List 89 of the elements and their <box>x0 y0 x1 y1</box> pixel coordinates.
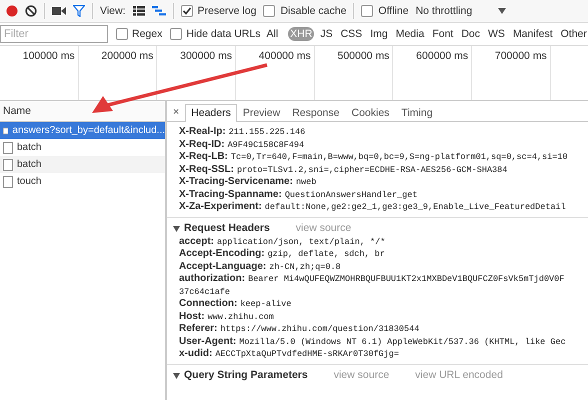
header-value: zh-CN,zh;q=0.8 <box>269 262 341 272</box>
checkbox-label: Preserve log <box>198 5 256 17</box>
header-value: 37c64c1afe <box>179 286 230 298</box>
timeline-tick-label: 300000 ms <box>180 49 234 62</box>
tab[interactable]: Timing <box>395 104 439 121</box>
waterfall-icon[interactable] <box>152 6 166 16</box>
tab[interactable]: Response <box>286 104 346 121</box>
checkbox[interactable] <box>180 5 192 17</box>
request-row[interactable]: batch <box>0 139 165 156</box>
filter-field[interactable]: Filter <box>0 25 108 43</box>
checkbox-label: Disable cache <box>280 5 346 17</box>
header-name: accept: <box>179 236 214 246</box>
document-icon <box>3 142 13 154</box>
header-name: User-Agent: <box>179 336 236 346</box>
header-name: X-Tracing-Servicename: <box>179 176 293 187</box>
column-header[interactable]: Name <box>3 105 32 117</box>
header-name: Referer: <box>179 323 218 334</box>
list-view-icon[interactable] <box>132 6 144 16</box>
checkbox[interactable] <box>116 28 128 40</box>
header-name: authorization: <box>179 273 246 284</box>
header-value: gzip, deflate, sdch, br <box>268 249 385 259</box>
header-value: QuestionAnswersHandler_get <box>284 190 418 200</box>
document-icon <box>3 124 8 136</box>
header-value: default:None,ge2:ge2_1,ge3:ge3_9,Enable_Live_FeaturedDetail <box>264 202 566 212</box>
header-value: proto=TLSv1.2,sni=,cipher=ECDHE-RSA-AES256-GCM-SHA384 <box>237 164 508 174</box>
header-value: https://www.zhihu.com/question/31830544 <box>220 324 420 334</box>
timeline-tick-label: 700000 ms <box>494 49 548 62</box>
header-value: 211.155.225.146 <box>228 127 306 137</box>
header-value: A9F49C158C8F494 <box>228 140 304 150</box>
header-value: Mozilla/5.0 (Windows NT 6.1) AppleWebKit/537.36 (KHTML, like Gec <box>239 336 566 346</box>
header-name: X-Req-ID: <box>179 138 225 150</box>
expanded-triangle-icon[interactable] <box>173 224 180 232</box>
checkbox-label: Offline <box>378 5 409 17</box>
resource-type-filter[interactable]: Manifest <box>510 27 555 41</box>
tab[interactable]: Preview <box>236 104 286 121</box>
checkbox-label: Hide data URLs <box>186 28 260 40</box>
expanded-triangle-icon[interactable] <box>173 372 180 378</box>
resource-type-filter[interactable]: Doc <box>459 27 482 41</box>
section-title[interactable]: Request Headers <box>184 222 270 234</box>
header-name: Accept-Language: <box>179 260 266 272</box>
header-name: X-Req-SSL: <box>179 164 234 174</box>
close-button[interactable]: × <box>171 106 186 121</box>
view-label: View: <box>100 5 126 17</box>
timeline-tick-label: 600000 ms <box>416 49 470 62</box>
timeline-tick-label: 400000 ms <box>258 49 312 62</box>
timeline-tick-label: 200000 ms <box>101 49 154 62</box>
header-value: www.zhihu.com <box>208 312 274 322</box>
request-row[interactable]: answers?sort_by=default&includ... <box>0 122 165 139</box>
header-name: Connection: <box>179 298 238 309</box>
header-value: Tc=0,Tr=640,F=main,B=www,bq=0,bc=9,S=ng-platform01,sq=0,sc=4,si=10 <box>230 152 568 162</box>
checkbox[interactable] <box>361 5 374 17</box>
timeline-tick-label: 500000 ms <box>337 49 390 62</box>
tab[interactable]: Headers <box>185 104 237 122</box>
header-name: X-Tracing-Spanname: <box>179 188 282 200</box>
resource-type-filter[interactable]: Img <box>368 27 390 41</box>
header-name: x-udid: <box>179 348 212 359</box>
document-icon <box>3 176 13 188</box>
throttling-select[interactable]: No throttling <box>416 5 472 17</box>
document-icon <box>3 158 13 170</box>
filter-icon[interactable] <box>73 5 85 17</box>
header-value: nweb <box>296 177 316 187</box>
tab[interactable]: Cookies <box>345 104 396 121</box>
resource-type-filter[interactable]: Media <box>394 27 426 41</box>
header-name: Accept-Encoding: <box>179 248 265 259</box>
video-camera-icon[interactable] <box>52 6 66 16</box>
header-name: X-Za-Experiment: <box>179 201 262 212</box>
checkbox[interactable] <box>263 5 276 17</box>
resource-type-filter[interactable]: WS <box>486 27 507 41</box>
clear-icon[interactable] <box>25 5 37 17</box>
section-title[interactable]: Query String Parameters <box>184 369 308 381</box>
resource-type-filter[interactable]: Other <box>558 27 588 41</box>
resource-type-filter[interactable]: JS <box>318 27 335 41</box>
header-value: application/json, text/plain, */* <box>217 236 386 246</box>
timeline-tick-label: 100000 ms <box>22 49 76 62</box>
resource-type-filter[interactable]: Font <box>430 27 456 41</box>
checkbox-label: Regex <box>132 28 162 40</box>
request-row[interactable]: batch <box>0 156 165 173</box>
dropdown-caret-icon[interactable] <box>498 8 506 14</box>
checkbox[interactable] <box>170 28 182 40</box>
resource-type-filter[interactable]: All <box>264 27 280 41</box>
header-value: Bearer Mi4wQUFEQWZMOHRBQUFBUU1KT2x1MXBDeV1BQUFCZ0FsVk5mTjd0V0F <box>248 274 564 284</box>
resource-type-filter[interactable]: CSS <box>338 27 364 41</box>
header-name: Host: <box>179 310 205 322</box>
record-icon[interactable] <box>6 5 18 17</box>
header-name: X-Real-Ip: <box>179 126 226 137</box>
request-row[interactable]: touch <box>0 173 165 190</box>
header-value: AECCTpXtaQuPTvdfedHME-sRKAr0T30fGjg= <box>215 349 399 359</box>
header-name: X-Req-LB: <box>179 151 228 162</box>
header-value: keep-alive <box>240 299 292 309</box>
